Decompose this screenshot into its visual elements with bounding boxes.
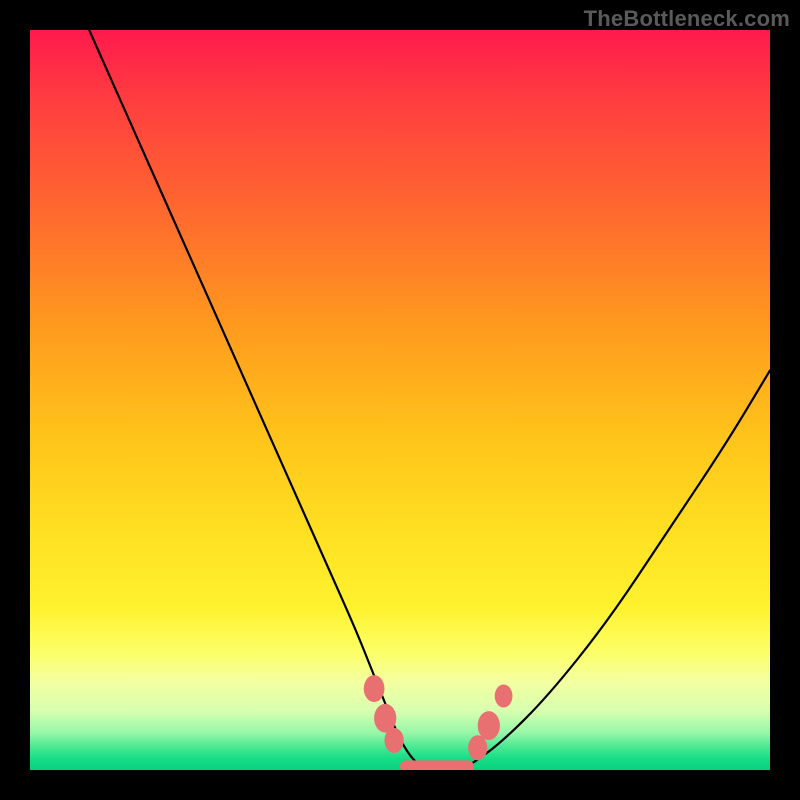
trough-marker [384,728,403,753]
chart-svg [30,30,770,770]
chart-frame: TheBottleneck.com [0,0,800,800]
trough-marker [495,684,513,707]
trough-marker [468,735,487,760]
trough-marker [478,711,500,740]
bottleneck-curve [89,30,770,770]
watermark-text: TheBottleneck.com [584,6,790,32]
trough-markers [364,675,513,760]
trough-marker [364,675,385,702]
plot-area [30,30,770,770]
flat-bottom-bar [400,760,474,770]
